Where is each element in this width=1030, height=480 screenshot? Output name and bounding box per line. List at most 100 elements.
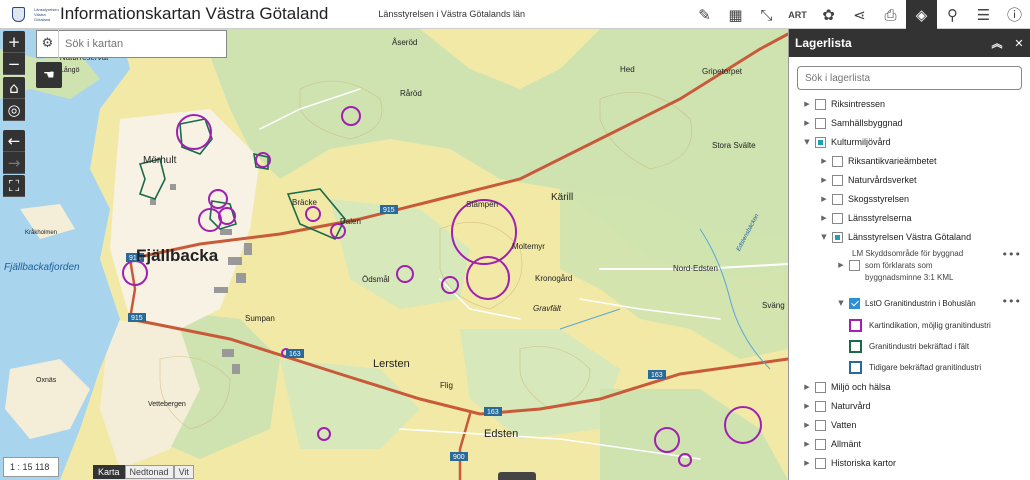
- label-rarod: Råröd: [400, 89, 422, 98]
- legend-swatch-purple: [849, 318, 862, 332]
- layer-kulturmiljovard[interactable]: ▼ Kulturmiljövård: [802, 133, 891, 151]
- info-icon[interactable]: ⓘ: [999, 0, 1030, 29]
- more-options-icon[interactable]: •••: [1002, 248, 1021, 261]
- nav-controls: ⌂ ◎: [3, 77, 25, 121]
- expand-icon[interactable]: ▶: [819, 176, 829, 184]
- expand-icon[interactable]: ▶: [802, 459, 812, 467]
- label-langon: Långö: [60, 66, 80, 74]
- zoom-out-button[interactable]: −: [3, 53, 25, 75]
- art-button[interactable]: ART: [782, 0, 813, 29]
- layer-samhallsbyggnad[interactable]: ▶ Samhällsbyggnad: [802, 114, 903, 132]
- expand-icon[interactable]: ▶: [819, 157, 829, 165]
- layer-riksantikvarieambetet[interactable]: ▶ Riksantikvarieämbetet: [819, 152, 937, 170]
- layer-lsto-granit[interactable]: ▼ LstO Granitindustrin i Bohuslän: [836, 294, 976, 312]
- more-options-icon[interactable]: •••: [1002, 295, 1021, 308]
- print-icon[interactable]: ⎙: [875, 0, 906, 29]
- checkbox[interactable]: [815, 381, 826, 393]
- layer-search-input[interactable]: [797, 66, 1022, 90]
- checkbox[interactable]: [815, 136, 826, 148]
- checkbox[interactable]: [832, 231, 843, 243]
- layer-vatten[interactable]: ▶ Vatten: [802, 416, 856, 434]
- checkbox[interactable]: [832, 193, 843, 205]
- header-bar: Länsstyrelsen Västra Götaland Informatio…: [0, 0, 1030, 29]
- gear-icon[interactable]: ⚙: [37, 30, 59, 58]
- checkbox[interactable]: [832, 155, 843, 167]
- checkbox[interactable]: [815, 98, 826, 110]
- basemap-nedtonad[interactable]: Nedtonad: [124, 465, 174, 479]
- search-map-icon[interactable]: ⚲: [937, 0, 968, 29]
- label-dalen: Dalen: [340, 217, 361, 226]
- back-icon[interactable]: ←: [3, 130, 25, 152]
- toolbar: ✎ ▦ ⤡ ART ✿ ⋖ ⎙ ◈ ⚲ ☰ ⓘ: [689, 0, 1030, 29]
- checkbox[interactable]: [815, 457, 826, 469]
- basemap-vit[interactable]: Vit: [173, 465, 194, 479]
- collapse-arrow-icon[interactable]: ▼: [802, 138, 812, 146]
- collapse-arrow-icon[interactable]: ▼: [836, 299, 846, 307]
- checkbox[interactable]: [849, 259, 860, 271]
- palette-icon[interactable]: ✿: [813, 0, 844, 29]
- book-icon[interactable]: ▦: [720, 0, 751, 29]
- crest-icon: [11, 6, 25, 22]
- layers-icon[interactable]: ◈: [906, 0, 937, 29]
- label-aserod: Åseröd: [392, 38, 417, 47]
- layer-lansstyrelsen-vg[interactable]: ▼ Länsstyrelsen Västra Götaland: [819, 228, 971, 246]
- expand-icon[interactable]: ▶: [802, 119, 812, 127]
- map-search-input[interactable]: [59, 38, 219, 50]
- collapse-arrow-icon[interactable]: ▼: [819, 233, 829, 241]
- home-icon[interactable]: ⌂: [3, 77, 25, 99]
- layer-allmant[interactable]: ▶ Allmänt: [802, 435, 861, 453]
- scale-display: 1 : 15 118: [3, 457, 59, 477]
- label-nord-edsten: Nord-Edsten: [673, 264, 718, 273]
- checkbox[interactable]: [815, 419, 826, 431]
- locate-icon[interactable]: ◎: [3, 99, 25, 121]
- legend-swatch-blue: [849, 360, 862, 374]
- layer-lm-label-line1: LM Skyddsområde för byggnad: [852, 248, 964, 258]
- panel-header: Lagerlista ︽ ✕: [789, 29, 1030, 57]
- road-163-c: 163: [651, 372, 663, 379]
- layer-lm[interactable]: ▶ som förklarats som: [836, 259, 933, 271]
- expand-icon[interactable]: ▶: [802, 421, 812, 429]
- fullscreen-icon[interactable]: ⛶: [3, 175, 25, 197]
- layer-lm-label-line3: byggnadsminne 3:1 KML: [865, 272, 954, 282]
- label-stora-svalte: Stora Svälte: [712, 141, 756, 150]
- layer-historiska-kartor[interactable]: ▶ Historiska kartor: [802, 454, 896, 472]
- checkbox[interactable]: [815, 117, 826, 129]
- checkbox[interactable]: [815, 438, 826, 450]
- zoom-in-button[interactable]: +: [3, 31, 25, 53]
- ruler-icon[interactable]: ✎: [689, 0, 720, 29]
- layer-lansstyrelserna[interactable]: ▶ Länsstyrelserna: [819, 209, 912, 227]
- expand-icon[interactable]: ▶: [802, 440, 812, 448]
- layer-naturvardsverket[interactable]: ▶ Naturvårdsverket: [819, 171, 917, 189]
- expand-icon[interactable]: ▶: [819, 195, 829, 203]
- checkbox-checked[interactable]: [849, 297, 860, 309]
- expand-icon[interactable]: ▶: [802, 402, 812, 410]
- label-svang: Sväng: [762, 301, 785, 310]
- expand-icon[interactable]: ▶: [819, 214, 829, 222]
- label-karill: Kärill: [551, 192, 573, 203]
- expand-icon[interactable]: ▶: [836, 261, 846, 269]
- expand-icon[interactable]: ▶: [802, 100, 812, 108]
- share-icon[interactable]: ⋖: [844, 0, 875, 29]
- checkbox[interactable]: [832, 174, 843, 186]
- agency-logo[interactable]: [0, 0, 36, 29]
- collapse-icon[interactable]: ︽: [986, 35, 1008, 51]
- pointer-tool-button[interactable]: ☚: [36, 62, 62, 88]
- label-oxnas: Oxnäs: [36, 377, 57, 384]
- close-icon[interactable]: ✕: [1008, 37, 1030, 50]
- layer-naturvard[interactable]: ▶ Naturvård: [802, 397, 871, 415]
- checkbox[interactable]: [832, 212, 843, 224]
- checkbox[interactable]: [815, 400, 826, 412]
- list-icon[interactable]: ☰: [968, 0, 999, 29]
- drawer-handle[interactable]: [498, 472, 536, 480]
- map-canvas[interactable]: 915 918 915 163 163 163 900 Fjällbacka F…: [0, 29, 788, 480]
- legend-swatch-green: [849, 339, 862, 353]
- expand-icon[interactable]: ▶: [802, 383, 812, 391]
- layer-miljo[interactable]: ▶ Miljö och hälsa: [802, 378, 891, 396]
- layer-riksintressen[interactable]: ▶ Riksintressen: [802, 95, 885, 113]
- layer-skogsstyrelsen[interactable]: ▶ Skogsstyrelsen: [819, 190, 909, 208]
- basemap-karta[interactable]: Karta: [93, 465, 125, 479]
- coordinate-icon[interactable]: ⤡: [751, 0, 782, 29]
- map-search: ⚙: [36, 30, 227, 58]
- road-915-b: 915: [131, 315, 143, 322]
- forward-icon[interactable]: →: [3, 152, 25, 174]
